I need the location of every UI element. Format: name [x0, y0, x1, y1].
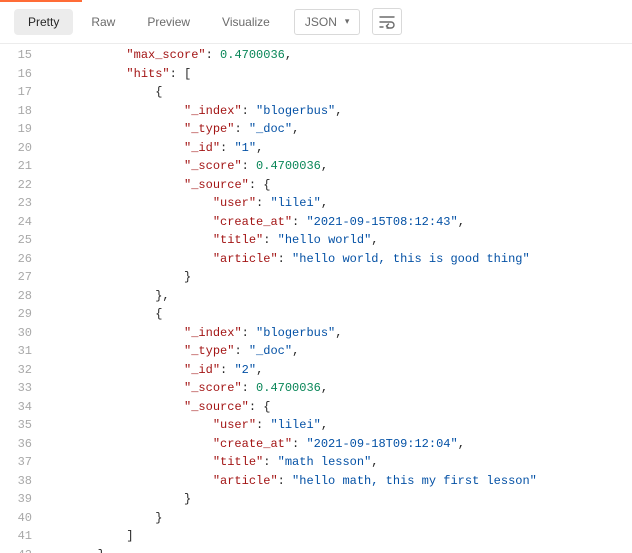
code-line: "title": "hello world",	[40, 231, 632, 250]
code-line: }	[40, 546, 632, 553]
code-line: "_source": {	[40, 176, 632, 195]
line-number: 24	[0, 213, 32, 232]
line-number: 39	[0, 490, 32, 509]
tab-visualize[interactable]: Visualize	[208, 9, 284, 35]
line-number: 21	[0, 157, 32, 176]
line-number: 36	[0, 435, 32, 454]
code-line: "_index": "blogerbus",	[40, 102, 632, 121]
code-content[interactable]: "max_score": 0.4700036, "hits": [ { "_in…	[40, 44, 632, 553]
line-number: 30	[0, 324, 32, 343]
line-number: 22	[0, 176, 32, 195]
line-number: 20	[0, 139, 32, 158]
code-line: }	[40, 509, 632, 528]
code-line: }	[40, 268, 632, 287]
code-line: }	[40, 490, 632, 509]
line-number: 27	[0, 268, 32, 287]
format-select[interactable]: JSON ▾	[294, 9, 361, 35]
line-number: 32	[0, 361, 32, 380]
chevron-down-icon: ▾	[345, 16, 350, 27]
response-toolbar: Pretty Raw Preview Visualize JSON ▾	[0, 2, 632, 44]
line-number: 40	[0, 509, 32, 528]
line-number: 19	[0, 120, 32, 139]
line-number: 35	[0, 416, 32, 435]
code-line: "max_score": 0.4700036,	[40, 46, 632, 65]
line-number: 38	[0, 472, 32, 491]
wrap-lines-button[interactable]	[372, 8, 402, 35]
line-number: 33	[0, 379, 32, 398]
code-line: "user": "lilei",	[40, 416, 632, 435]
tab-preview[interactable]: Preview	[133, 9, 204, 35]
line-gutter: 1516171819202122232425262728293031323334…	[0, 44, 40, 553]
code-line: "article": "hello math, this my first le…	[40, 472, 632, 491]
code-line: ]	[40, 527, 632, 546]
line-number: 28	[0, 287, 32, 306]
code-line: "_index": "blogerbus",	[40, 324, 632, 343]
code-line: "_id": "2",	[40, 361, 632, 380]
code-line: {	[40, 305, 632, 324]
code-line: "create_at": "2021-09-15T08:12:43",	[40, 213, 632, 232]
tab-raw[interactable]: Raw	[77, 9, 129, 35]
line-number: 26	[0, 250, 32, 269]
code-line: "_type": "_doc",	[40, 120, 632, 139]
tab-pretty[interactable]: Pretty	[14, 9, 73, 35]
line-number: 42	[0, 546, 32, 553]
code-line: "_score": 0.4700036,	[40, 157, 632, 176]
line-number: 31	[0, 342, 32, 361]
code-line: },	[40, 287, 632, 306]
line-number: 37	[0, 453, 32, 472]
format-select-label: JSON	[305, 15, 337, 29]
wrap-icon	[379, 15, 395, 29]
line-number: 17	[0, 83, 32, 102]
line-number: 16	[0, 65, 32, 84]
line-number: 29	[0, 305, 32, 324]
code-line: "hits": [	[40, 65, 632, 84]
line-number: 15	[0, 46, 32, 65]
code-line: "user": "lilei",	[40, 194, 632, 213]
code-line: "article": "hello world, this is good th…	[40, 250, 632, 269]
code-line: "create_at": "2021-09-18T09:12:04",	[40, 435, 632, 454]
code-line: "_source": {	[40, 398, 632, 417]
line-number: 25	[0, 231, 32, 250]
code-line: "_score": 0.4700036,	[40, 379, 632, 398]
line-number: 41	[0, 527, 32, 546]
code-line: "title": "math lesson",	[40, 453, 632, 472]
line-number: 34	[0, 398, 32, 417]
code-line: "_id": "1",	[40, 139, 632, 158]
line-number: 23	[0, 194, 32, 213]
code-area: 1516171819202122232425262728293031323334…	[0, 44, 632, 553]
code-line: "_type": "_doc",	[40, 342, 632, 361]
line-number: 18	[0, 102, 32, 121]
code-line: {	[40, 83, 632, 102]
